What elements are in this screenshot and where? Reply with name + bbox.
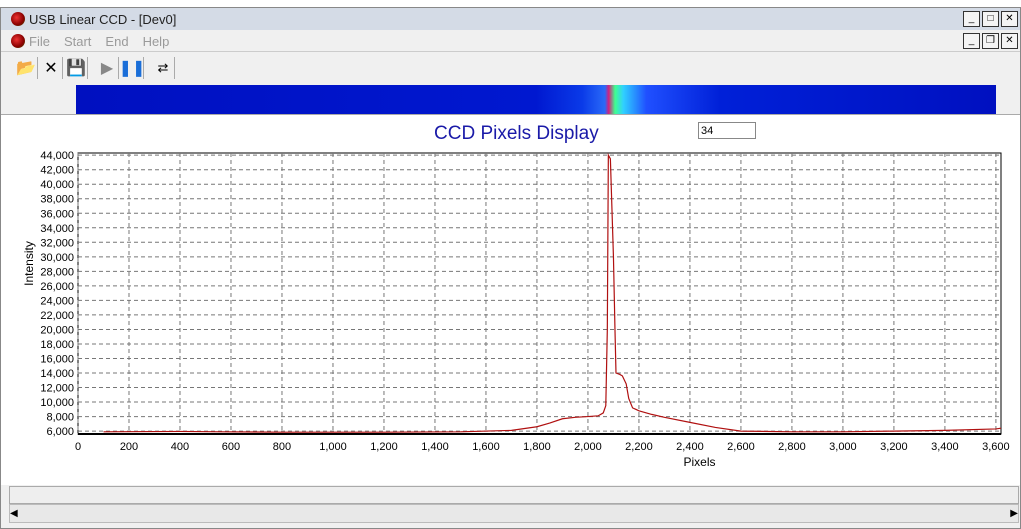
x-tick-label: 400 (171, 441, 189, 453)
x-tick-label: 3,000 (829, 441, 857, 453)
x-tick-label: 800 (273, 441, 291, 453)
x-tick-label: 1,600 (472, 441, 500, 453)
x-tick-label: 3,200 (880, 441, 908, 453)
x-tick-label: 2,200 (625, 441, 653, 453)
y-tick-label: 28,000 (40, 266, 74, 278)
chart-title: CCD Pixels Display (434, 123, 599, 144)
scroll-right-icon[interactable]: ▶ (1010, 505, 1018, 522)
save-icon[interactable]: 💾 (65, 57, 88, 79)
toolbar: 📂 ✕ 💾 ▶ ❚❚ ⇄ (15, 55, 175, 81)
y-tick-label: 44,000 (40, 150, 74, 162)
status-bar (9, 486, 1019, 504)
y-tick-label: 24,000 (40, 295, 74, 307)
x-tick-label: 1,200 (370, 441, 398, 453)
y-tick-label: 12,000 (40, 383, 74, 395)
close-button[interactable]: ✕ (1001, 11, 1018, 27)
y-tick-label: 14,000 (40, 368, 74, 380)
app-icon (11, 12, 25, 26)
spectrum-bar (76, 85, 996, 114)
menu-start[interactable]: Start (64, 34, 91, 49)
horizontal-scrollbar[interactable]: ◀ ▶ (9, 504, 1019, 523)
x-tick-label: 2,600 (727, 441, 755, 453)
y-tick-label: 10,000 (40, 397, 74, 409)
x-tick-label: 1,800 (523, 441, 551, 453)
x-tick-label: 600 (222, 441, 240, 453)
y-tick-label: 6,000 (46, 426, 74, 438)
plot-frame (77, 152, 1002, 435)
x-tick-label: 2,800 (778, 441, 806, 453)
menu-file[interactable]: File (29, 34, 50, 49)
menu-end[interactable]: End (105, 34, 128, 49)
y-tick-label: 42,000 (40, 165, 74, 177)
play-icon[interactable]: ▶ (96, 57, 119, 79)
close-x-icon[interactable]: ✕ (40, 57, 63, 79)
y-tick-label: 26,000 (40, 281, 74, 293)
y-tick-label: 34,000 (40, 223, 74, 235)
y-axis-label: Intensity (22, 241, 36, 286)
x-tick-label: 0 (75, 441, 81, 453)
chart-svg: 0 200 400 600 800 1,000 1,200 1,400 1,600 1,800 2,… (22, 150, 1010, 469)
y-tick-label: 30,000 (40, 252, 74, 264)
doc-minimize-button[interactable]: _ (963, 33, 980, 49)
x-tick-label: 1,400 (421, 441, 449, 453)
pause-icon[interactable]: ❚❚ (119, 57, 145, 79)
x-tick-label: 2,400 (676, 441, 704, 453)
device-icon[interactable]: ⇄ (152, 57, 175, 79)
y-tick-label: 40,000 (40, 179, 74, 191)
menu-help[interactable]: Help (143, 34, 170, 49)
y-tick-label: 16,000 (40, 353, 74, 365)
x-tick-label: 1,000 (319, 441, 347, 453)
x-tick-label: 200 (120, 441, 138, 453)
maximize-button[interactable]: □ (982, 11, 999, 27)
x-tick-label: 3,600 (982, 441, 1010, 453)
y-tick-label: 38,000 (40, 194, 74, 206)
window-title: USB Linear CCD - [Dev0] (29, 11, 177, 27)
value-input[interactable]: 34 (698, 122, 756, 139)
y-tick-label: 8,000 (46, 412, 74, 424)
doc-close-button[interactable]: ✕ (1001, 33, 1018, 49)
document-icon[interactable] (11, 34, 25, 48)
title-bar: USB Linear CCD - [Dev0] _ □ ✕ (1, 8, 1020, 30)
open-icon[interactable]: 📂 (15, 57, 38, 79)
y-tick-label: 36,000 (40, 208, 74, 220)
minimize-button[interactable]: _ (963, 11, 980, 27)
x-tick-label: 3,400 (931, 441, 959, 453)
y-tick-label: 18,000 (40, 339, 74, 351)
x-tick-label: 2,000 (574, 441, 602, 453)
app-window: USB Linear CCD - [Dev0] _ □ ✕ File Start… (0, 7, 1021, 529)
x-axis-label: Pixels (683, 455, 715, 469)
doc-restore-button[interactable]: ❐ (982, 33, 999, 49)
menu-bar: File Start End Help _ ❐ ✕ (1, 31, 1020, 52)
y-tick-label: 20,000 (40, 324, 74, 336)
y-tick-label: 22,000 (40, 310, 74, 322)
scroll-left-icon[interactable]: ◀ (10, 505, 18, 522)
y-tick-label: 32,000 (40, 237, 74, 249)
chart-panel: 0 200 400 600 800 1,000 1,200 1,400 1,600 1,800 2,… (1, 114, 1020, 485)
